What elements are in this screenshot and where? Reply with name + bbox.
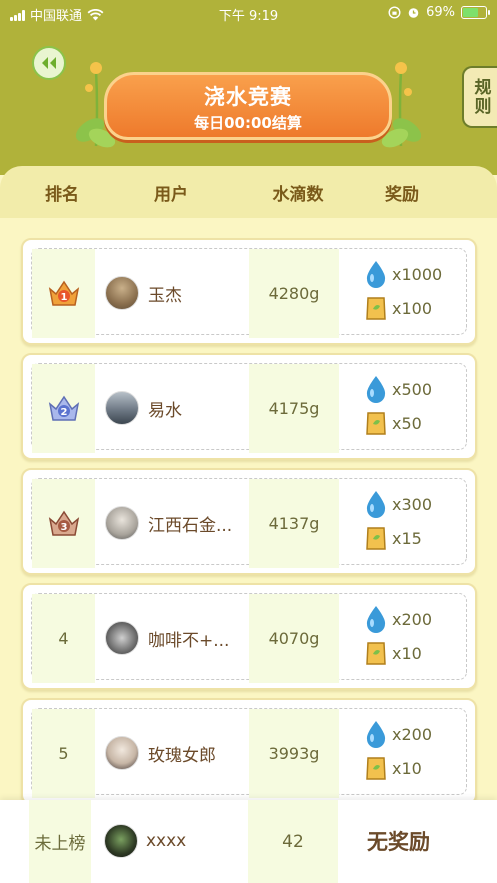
water-drop-icon (366, 376, 386, 403)
reward-cell: x500 x50 (365, 372, 432, 440)
table-row[interactable]: 2 易水 4175g x500 x50 (21, 353, 477, 460)
rank-number: 2 (60, 407, 67, 418)
water-drop-icon (366, 606, 386, 633)
avatar[interactable] (104, 824, 138, 858)
fertilizer-bag-icon (366, 757, 386, 780)
contest-banner: 浇水竞赛 每日00:00结算 (104, 72, 392, 140)
drop-reward: x500 (392, 379, 433, 399)
avatar[interactable] (105, 621, 139, 655)
drop-reward: x200 (392, 609, 433, 629)
user-name: 咖啡不+... (148, 630, 230, 651)
user-cell[interactable]: 玉杰 (105, 276, 182, 310)
table-row[interactable]: 3 江西石金... 4137g x300 x15 (21, 468, 477, 575)
fertilizer-bag-icon (366, 527, 386, 550)
user-name: 玉杰 (148, 285, 182, 306)
my-reward: 无奖励 (367, 830, 430, 854)
double-chevron-left-icon (42, 57, 56, 69)
user-cell[interactable]: 易水 (105, 391, 182, 425)
alarm-icon (408, 8, 419, 18)
water-count: 4137g (249, 479, 339, 568)
rank-number: 5 (32, 709, 95, 798)
table-row[interactable]: 5 玫瑰女郎 3993g x200 x10 (21, 698, 477, 805)
silver-crown-icon: 2 (48, 395, 79, 421)
column-rank: 排名 (45, 184, 79, 205)
rank-cell: 1 (32, 249, 95, 338)
my-rank-bar: 未上榜 xxxx 42 无奖励 (0, 800, 497, 883)
drop-reward: x300 (392, 494, 433, 514)
avatar[interactable] (105, 506, 139, 540)
avatar[interactable] (105, 736, 139, 770)
my-rank: 未上榜 (29, 800, 91, 883)
reward-cell: x200 x10 (365, 602, 432, 670)
water-count: 3993g (249, 709, 339, 798)
avatar[interactable] (105, 276, 139, 310)
reward-cell: x300 x15 (365, 487, 432, 555)
battery-icon (461, 6, 490, 19)
water-drop-icon (366, 491, 386, 518)
column-user: 用户 (154, 184, 188, 205)
banner-subtitle: 每日00:00结算 (194, 114, 302, 132)
fertilizer-bag-icon (366, 412, 386, 435)
column-reward: 奖励 (385, 184, 419, 205)
back-button[interactable] (32, 46, 66, 80)
my-water-count: 42 (248, 800, 338, 883)
table-row[interactable]: 1 玉杰 4280g x1000 x100 (21, 238, 477, 345)
fertilizer-reward: x15 (392, 528, 422, 548)
rank-number: 4 (32, 594, 95, 683)
fertilizer-reward: x100 (392, 298, 433, 318)
gold-crown-icon: 1 (48, 280, 79, 306)
battery-percent: 69% (426, 5, 455, 20)
fertilizer-reward: x50 (392, 413, 422, 433)
rank-cell: 3 (32, 479, 95, 568)
reward-cell: x1000 x100 (365, 257, 442, 325)
my-user-cell[interactable]: xxxx (104, 824, 186, 858)
user-cell[interactable]: 咖啡不+... (105, 621, 229, 655)
user-cell[interactable]: 玫瑰女郎 (105, 736, 216, 770)
leaderboard-header: 排名 用户 水滴数 奖励 (0, 166, 497, 218)
fertilizer-reward: x10 (392, 758, 422, 778)
water-drop-icon (366, 261, 386, 288)
user-name: 易水 (148, 400, 182, 421)
rules-button[interactable]: 规则 (462, 66, 497, 128)
fertilizer-bag-icon (366, 642, 386, 665)
bronze-crown-icon: 3 (48, 510, 79, 536)
column-water: 水滴数 (272, 184, 324, 205)
user-cell[interactable]: 江西石金... (105, 506, 232, 540)
water-count: 4280g (249, 249, 339, 338)
status-bar: 中国联通 下午 9:19 69% (0, 0, 497, 26)
water-drop-icon (366, 721, 386, 748)
fertilizer-bag-icon (366, 297, 386, 320)
fertilizer-reward: x10 (392, 643, 422, 663)
water-count: 4070g (249, 594, 339, 683)
reward-cell: x200 x10 (365, 717, 432, 785)
rank-number: 3 (60, 522, 67, 533)
banner-title: 浇水竞赛 (204, 85, 292, 109)
rank-cell: 2 (32, 364, 95, 453)
user-name: 玫瑰女郎 (148, 745, 216, 766)
drop-reward: x200 (392, 724, 433, 744)
rank-number: 1 (60, 292, 67, 303)
user-name: 江西石金... (148, 515, 233, 536)
lock-rotation-icon (388, 6, 401, 19)
table-row[interactable]: 4 咖啡不+... 4070g x200 x10 (21, 583, 477, 690)
drop-reward: x1000 (392, 264, 443, 284)
water-count: 4175g (249, 364, 339, 453)
my-user-name: xxxx (146, 831, 187, 851)
avatar[interactable] (105, 391, 139, 425)
